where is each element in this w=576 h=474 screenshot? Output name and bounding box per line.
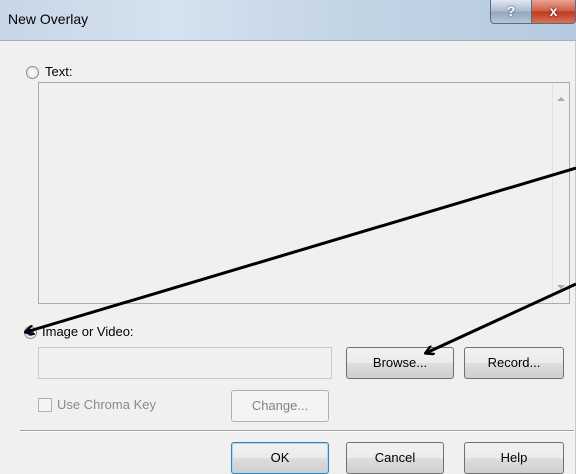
use-chroma-key-checkbox[interactable] [38,398,52,412]
text-area-scrollbar[interactable] [552,83,569,303]
image-or-video-radio[interactable] [24,326,37,339]
cancel-button[interactable]: Cancel [346,442,444,474]
text-radio-label: Text: [45,64,73,79]
browse-button[interactable]: Browse... [346,347,454,379]
help-button[interactable]: Help [464,442,564,474]
close-icon: x [549,3,558,19]
title-help-button[interactable]: ? [490,0,532,24]
new-overlay-dialog: New Overlay ? x Text: Image or Video: Br… [0,0,576,474]
ok-button[interactable]: OK [231,442,329,474]
question-mark-icon: ? [506,3,516,19]
scroll-up-arrow-icon[interactable] [557,97,565,101]
dialog-title: New Overlay [8,11,89,27]
change-button[interactable]: Change... [231,390,329,422]
scroll-down-arrow-icon[interactable] [557,285,565,289]
title-bar[interactable]: New Overlay ? x [0,0,576,41]
media-path-field[interactable] [38,347,332,379]
image-or-video-label: Image or Video: [42,324,134,339]
record-button[interactable]: Record... [464,347,564,379]
use-chroma-key-label: Use Chroma Key [57,397,156,412]
close-button[interactable]: x [531,0,576,24]
overlay-text-area[interactable] [38,82,570,304]
text-radio[interactable] [26,66,39,79]
footer-divider [20,430,574,432]
